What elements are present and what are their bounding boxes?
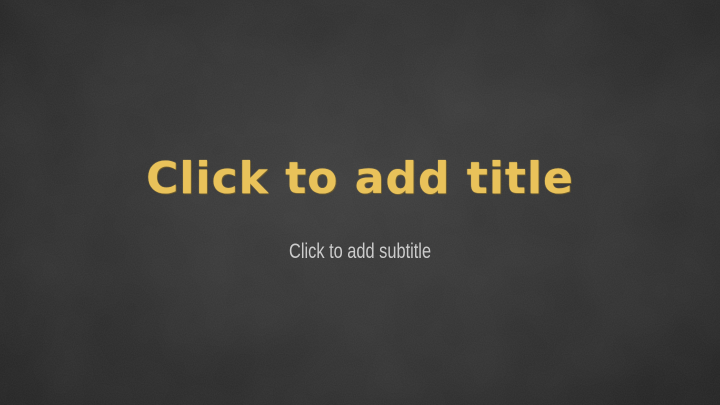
subtitle-text: Click to add subtitle bbox=[288, 240, 432, 263]
title-text: Click to add title bbox=[146, 152, 574, 204]
title-placeholder[interactable]: Click to add title bbox=[60, 138, 660, 218]
slide-canvas: Click to add title Click to add subtitle bbox=[0, 0, 720, 405]
subtitle-placeholder[interactable]: Click to add subtitle bbox=[160, 232, 560, 272]
